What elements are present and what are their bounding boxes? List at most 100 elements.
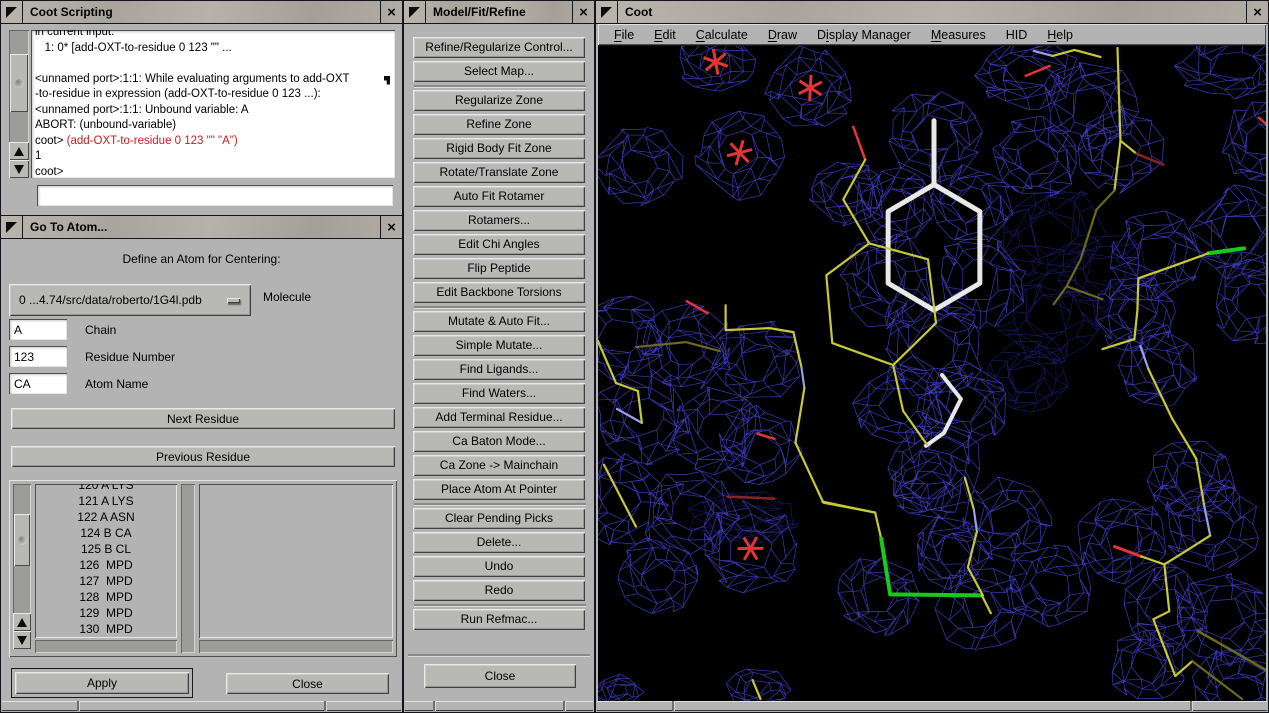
scroll-down-button[interactable]: [13, 631, 31, 649]
menu-edit[interactable]: Edit: [644, 26, 686, 44]
titlebar[interactable]: Coot ×: [596, 1, 1268, 24]
mfr-regularize-zone[interactable]: Regularize Zone: [413, 90, 585, 111]
mfr-rotamers[interactable]: Rotamers...: [413, 210, 585, 231]
density-mesh-blob: [1216, 259, 1266, 343]
mfr-undo[interactable]: Undo: [413, 556, 585, 577]
residue-row[interactable]: 128 MPD: [35, 589, 177, 605]
mfr-ca-baton-mode[interactable]: Ca Baton Mode...: [413, 431, 585, 452]
bond: [965, 478, 974, 510]
density-mesh-blob: [1118, 325, 1197, 407]
scroll-up-button[interactable]: [13, 613, 31, 631]
mfr-select-map[interactable]: Select Map...: [413, 61, 585, 82]
density-mesh-blob: [598, 128, 683, 206]
mfr-place-atom-at-pointer[interactable]: Place Atom At Pointer: [413, 479, 585, 500]
density-mesh-blob: [618, 538, 698, 613]
scripting-input[interactable]: [37, 185, 393, 206]
mfr-refine-zone[interactable]: Refine Zone: [413, 114, 585, 135]
window-menu-button[interactable]: [404, 1, 426, 23]
residue-row[interactable]: 126 MPD: [35, 557, 177, 573]
mfr-delete[interactable]: Delete...: [413, 532, 585, 553]
residue-row[interactable]: 121 A LYS: [35, 493, 177, 509]
scripting-console[interactable]: in current input: 1: 0* [add-OXT-to-resi…: [31, 30, 395, 178]
mfr-rotate-translate-zone[interactable]: Rotate/Translate Zone: [413, 162, 585, 183]
window-menu-icon: [6, 222, 17, 233]
mfr-close-button[interactable]: Close: [424, 664, 576, 688]
menu-draw[interactable]: Draw: [758, 26, 807, 44]
menu-measures[interactable]: Measures: [921, 26, 996, 44]
residue-list-hscrollbar[interactable]: [35, 640, 177, 653]
mfr-add-terminal-residue[interactable]: Add Terminal Residue...: [413, 407, 585, 428]
residue-row[interactable]: 124 B CA: [35, 525, 177, 541]
bond: [1053, 50, 1101, 57]
mfr-clear-pending-picks[interactable]: Clear Pending Picks: [413, 508, 585, 529]
density-mesh-blob: [719, 405, 802, 484]
graphics-viewport[interactable]: [598, 46, 1266, 701]
mfr-flip-peptide[interactable]: Flip Peptide: [413, 258, 585, 279]
scroll-down-button[interactable]: [9, 160, 29, 178]
menu-hid[interactable]: HID: [996, 26, 1038, 44]
console-line: <unnamed port>:1:1: While evaluating arg…: [35, 72, 391, 88]
residue-row[interactable]: 122 A ASN: [35, 509, 177, 525]
window-menu-button[interactable]: [1, 1, 23, 23]
density-mesh-blob: [598, 453, 669, 545]
window-resize-bar[interactable]: [405, 701, 593, 711]
mfr-redo[interactable]: Redo: [413, 580, 585, 601]
mfr-find-waters[interactable]: Find Waters...: [413, 383, 585, 404]
goto-close-button[interactable]: Close: [226, 673, 389, 694]
middle-scroll-column[interactable]: [181, 484, 195, 653]
mfr-simple-mutate[interactable]: Simple Mutate...: [413, 335, 585, 356]
mfr-find-ligands[interactable]: Find Ligands...: [413, 359, 585, 380]
residue-row[interactable]: 130 MPD: [35, 621, 177, 637]
scrollbar-thumb[interactable]: [10, 54, 28, 112]
titlebar[interactable]: Model/Fit/Refine ×: [404, 1, 594, 24]
goto-atom-heading: Define an Atom for Centering:: [1, 252, 402, 266]
density-mesh-blob: [642, 303, 729, 389]
console-line: -to-residue in expression (add-OXT-to-re…: [35, 87, 391, 103]
titlebar[interactable]: Coot Scripting ×: [1, 1, 402, 24]
residue-row[interactable]: 127 MPD: [35, 573, 177, 589]
mfr-edit-backbone-torsions[interactable]: Edit Backbone Torsions: [413, 282, 585, 303]
mfr-refine-regularize-control[interactable]: Refine/Regularize Control...: [413, 37, 585, 58]
mfr-run-refmac[interactable]: Run Refmac...: [413, 609, 585, 630]
atom-name-field[interactable]: [9, 373, 67, 394]
window-menu-button[interactable]: [596, 1, 618, 23]
mfr-ca-zone-mainchain[interactable]: Ca Zone -> Mainchain: [413, 455, 585, 476]
window-resize-bar[interactable]: [2, 701, 401, 711]
bond: [974, 510, 977, 532]
mfr-auto-fit-rotamer[interactable]: Auto Fit Rotamer: [413, 186, 585, 207]
window-menu-icon: [409, 7, 420, 18]
menu-help[interactable]: Help: [1037, 26, 1083, 44]
atom-list-hscrollbar[interactable]: [199, 640, 393, 653]
close-icon[interactable]: ×: [572, 1, 594, 23]
mfr-rigid-body-fit-zone[interactable]: Rigid Body Fit Zone: [413, 138, 585, 159]
mfr-mutate-auto-fit[interactable]: Mutate & Auto Fit...: [413, 311, 585, 332]
scroll-up-button[interactable]: [9, 142, 29, 160]
chain-field[interactable]: [9, 319, 67, 340]
previous-residue-button[interactable]: Previous Residue: [11, 446, 395, 467]
menubar: FileEditCalculateDrawDisplay ManagerMeas…: [598, 24, 1266, 46]
density-mesh-blob: [598, 296, 662, 380]
close-icon[interactable]: ×: [380, 1, 402, 23]
residue-number-field[interactable]: [9, 346, 67, 367]
console-scrollbar[interactable]: [9, 30, 29, 178]
bond: [636, 342, 720, 351]
close-icon[interactable]: ×: [1246, 1, 1268, 23]
molecule-dropdown[interactable]: 0 ...4.74/src/data/roberto/1G4l.pdb: [9, 284, 251, 316]
close-icon[interactable]: ×: [380, 216, 402, 238]
menu-file[interactable]: File: [604, 26, 644, 44]
next-residue-button[interactable]: Next Residue: [11, 408, 395, 429]
mfr-edit-chi-angles[interactable]: Edit Chi Angles: [413, 234, 585, 255]
residue-row[interactable]: 125 B CL: [35, 541, 177, 557]
apply-button[interactable]: Apply: [15, 672, 189, 694]
scrollbar-thumb[interactable]: [14, 514, 30, 566]
residue-row[interactable]: 120 A LYS: [35, 484, 177, 493]
window-menu-button[interactable]: [1, 216, 23, 238]
titlebar[interactable]: Go To Atom... ×: [1, 216, 402, 239]
menu-calculate[interactable]: Calculate: [686, 26, 758, 44]
residue-row[interactable]: 129 MPD: [35, 605, 177, 621]
residue-list-scrollbar[interactable]: [13, 484, 31, 649]
menu-display-manager[interactable]: Display Manager: [807, 26, 921, 44]
residue-list[interactable]: 120 A LYS121 A LYS122 A ASN124 B CA125 B…: [35, 484, 177, 638]
atom-list[interactable]: [199, 484, 393, 638]
window-resize-bar[interactable]: [597, 701, 1267, 711]
